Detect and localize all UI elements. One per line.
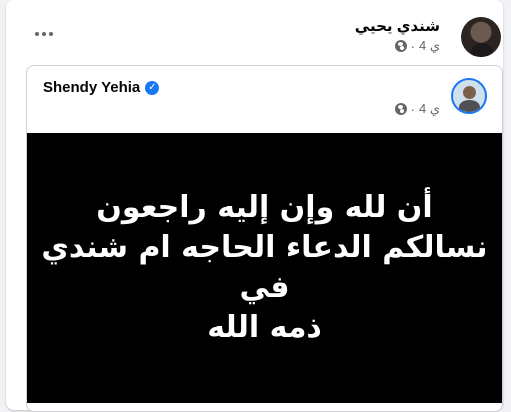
shared-post-timestamp[interactable]: 4 ي — [419, 101, 440, 117]
verified-badge-icon: ✓ — [145, 80, 160, 95]
image-text-line-1: أن لله وإن إليه راجعون — [96, 190, 433, 225]
post-timestamp[interactable]: 4 ي — [419, 38, 440, 54]
post-author-avatar[interactable] — [461, 17, 501, 57]
middle-dot: · — [410, 101, 415, 117]
more-dot — [42, 32, 46, 36]
shared-image[interactable]: أن لله وإن إليه راجعون نسالكم الدعاء الح… — [27, 133, 502, 403]
shared-post[interactable]: Shendy Yehia ✓ · 4 ي أن لله وإن إليه راج… — [26, 65, 503, 412]
shared-author-avatar[interactable] — [451, 78, 487, 114]
image-text-line-3: ذمه الله — [207, 310, 322, 345]
post-author-name[interactable]: شندي يحيي — [355, 17, 440, 35]
post-options-button[interactable] — [30, 24, 58, 44]
post-meta: · 4 ي — [394, 38, 440, 54]
globe-icon — [394, 103, 407, 115]
globe-icon — [394, 40, 407, 52]
image-text-line-2: نسالكم الدعاء الحاجه ام شندي في — [41, 230, 488, 305]
more-dot — [49, 32, 53, 36]
middle-dot: · — [410, 38, 415, 54]
shared-post-meta: · 4 ي — [394, 101, 440, 117]
post-card: شندي يحيي · 4 ي Shendy Yehia ✓ · 4 ي أن … — [6, 0, 503, 412]
shared-author-name[interactable]: Shendy Yehia — [43, 79, 140, 96]
shared-author-row[interactable]: Shendy Yehia ✓ — [43, 79, 160, 96]
more-dot — [35, 32, 39, 36]
